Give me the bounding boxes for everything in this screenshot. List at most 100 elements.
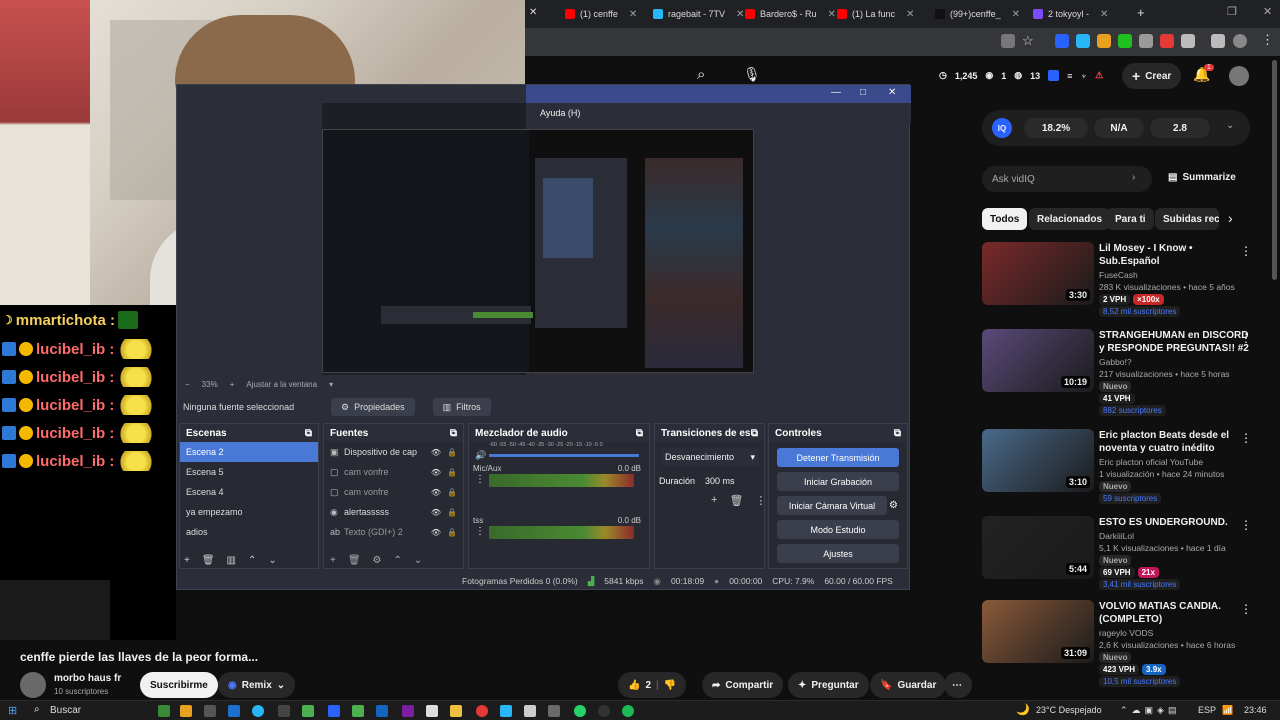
browser-tab[interactable]: (1) cenffe ✕ [565,4,637,24]
more-icon[interactable]: ⋮ [1261,32,1274,48]
close-icon[interactable]: ✕ [888,87,896,98]
source-item[interactable]: ▣ Dispositivo de cap 👁 🔒 [324,442,463,462]
app-icon[interactable] [180,705,192,717]
visibility-icon[interactable]: 👁 [431,488,441,497]
close-icon[interactable]: ✕ [629,9,637,20]
channel-name[interactable]: morbo haus fr [54,673,121,684]
gear-icon[interactable]: ⚙ [373,555,382,566]
share-button[interactable]: ➦ Compartir [702,672,784,698]
close-icon[interactable]: ✕ [1100,9,1108,20]
source-item[interactable]: ▢ cam vonfre 👁 🔒 [324,482,463,502]
filter-chip[interactable]: Subidas rec [1155,208,1219,230]
extension-icon[interactable] [1055,34,1069,48]
channel-name[interactable]: rageylo VODS [1099,628,1153,638]
avatar[interactable] [1229,66,1249,86]
copilot-icon[interactable] [228,705,240,717]
fit-window-toggle[interactable]: Ajustar a la ventana [246,380,317,389]
explorer-icon[interactable] [450,705,462,717]
related-video[interactable]: Nuevo 69 VPH 21x 3,41 mil suscriptores 5:44 E… [982,516,1272,596]
search-icon[interactable]: ⌕ [697,66,705,83]
channel-avatar[interactable] [20,672,46,698]
close-window-icon[interactable]: ✕ [1263,5,1272,18]
summarize-button[interactable]: ▤ Summarize [1168,172,1236,183]
app-icon[interactable] [376,705,388,717]
up-icon[interactable]: ⌃ [248,555,256,566]
filter-chip[interactable]: Relacionados [1029,208,1111,230]
settings-icon[interactable] [524,705,536,717]
channel-name[interactable]: FuseCash [1099,270,1138,280]
minimize-icon[interactable]: — [831,87,841,98]
related-video[interactable]: 2 VPH ×100x 8,52 mil suscriptores 3:30 Lil M… [982,242,1272,322]
zoom-level[interactable]: 33% [202,380,218,389]
filter-chip[interactable]: Todos [982,208,1028,230]
obs-preview[interactable] [322,129,754,373]
more-button[interactable]: ⋯ [944,672,972,698]
app-icon[interactable] [548,705,560,717]
fader[interactable] [489,454,639,457]
taskbar-search[interactable]: Buscar [50,705,81,716]
task-view-icon[interactable] [204,705,216,717]
add-icon[interactable]: + [711,494,717,507]
dock-icon[interactable]: ⧉ [894,428,901,439]
chevron-down-icon[interactable]: ⌄ [1226,120,1234,131]
source-item[interactable]: ab Texto (GDI+) 2 👁 🔒 [324,522,463,542]
related-video[interactable]: Nuevo 423 VPH 3.9x 10,5 mil suscriptores 31:… [982,600,1272,687]
close-icon[interactable]: ✕ [1012,9,1020,20]
lock-icon[interactable]: 🔒 [447,528,457,537]
properties-button[interactable]: ⚙ Propiedades [331,398,415,416]
menu-help[interactable]: Ayuda (H) [540,108,580,118]
browser-tab[interactable]: 2 tokyoyl - ✕ [1033,4,1108,24]
mic-icon[interactable]: 🎙 [743,66,761,83]
install-icon[interactable] [1001,34,1015,48]
video-title[interactable]: STRANGEHUMAN en DISCORD y RESPONDE PREGU… [1099,329,1249,355]
restore-icon[interactable]: ❐ [1227,5,1237,18]
obs-icon[interactable] [598,705,610,717]
ask-vidiq-input[interactable]: Ask vidIQ › [982,166,1152,192]
filter-chip[interactable]: Para ti [1107,208,1154,230]
more-icon[interactable]: ⋮ [1240,431,1252,445]
extension-icon[interactable] [1139,34,1153,48]
lock-icon[interactable]: 🔒 [447,448,457,457]
more-icon[interactable]: ⋮ [1240,602,1252,616]
weather[interactable]: 23°C Despejado [1036,705,1102,715]
browser-tab[interactable]: Bardero$ - Ru ✕ [745,4,836,24]
extension-icon[interactable] [1118,34,1132,48]
scene-item[interactable]: ya empezamo [180,502,318,522]
trash-icon[interactable]: 🗑 [729,494,743,507]
ask-button[interactable]: ✦ Preguntar [788,672,869,698]
scene-item[interactable]: Escena 4 [180,482,318,502]
down-icon[interactable]: ⌄ [268,555,276,566]
channel-name[interactable]: DarkiiiLol [1099,531,1134,541]
filters-button[interactable]: ▥ Filtros [432,398,491,416]
video-thumbnail[interactable]: 3:10 [982,429,1094,492]
add-icon[interactable]: + [330,555,336,566]
source-item[interactable]: ◉ alertasssss 👁 🔒 [324,502,463,522]
browser-tab[interactable]: (1) La func ✕ [837,4,914,24]
visibility-icon[interactable]: 👁 [431,528,441,537]
video-thumbnail[interactable]: 5:44 [982,516,1094,579]
more-icon[interactable]: ⋮ [1240,518,1252,532]
dock-icon[interactable]: ⧉ [751,428,758,439]
app-icon[interactable] [500,705,512,717]
trash-icon[interactable]: 🗑 [202,555,215,566]
source-item[interactable]: ▢ cam vonfre 👁 🔒 [324,462,463,482]
chevron-right-icon[interactable]: › [1228,210,1233,226]
control-button[interactable]: Modo Estudio [777,520,899,539]
app-icon[interactable] [352,705,364,717]
control-button[interactable]: Detener Transmisión [777,448,899,467]
more-icon[interactable]: ⋮ [475,474,485,485]
related-video[interactable]: Nuevo 59 suscriptores 3:10 Eric placton Bea… [982,429,1272,509]
close-icon[interactable]: ✕ [529,7,537,18]
save-button[interactable]: 🔖 Guardar [870,672,947,698]
star-icon[interactable]: ☆ [1022,33,1034,49]
video-thumbnail[interactable]: 3:30 [982,242,1094,305]
related-video[interactable]: Nuevo 41 VPH 882 suscriptores 10:19 STRANGEH… [982,329,1272,416]
extension-icon[interactable] [1076,34,1090,48]
extension-icon[interactable] [1097,34,1111,48]
scene-item[interactable]: Escena 2 [180,442,318,462]
search-icon[interactable]: ⌕ [34,704,40,715]
app-icon[interactable] [426,705,438,717]
close-icon[interactable]: ✕ [828,9,836,20]
lock-icon[interactable]: 🔒 [447,488,457,497]
new-tab-icon[interactable]: + [1137,5,1145,20]
